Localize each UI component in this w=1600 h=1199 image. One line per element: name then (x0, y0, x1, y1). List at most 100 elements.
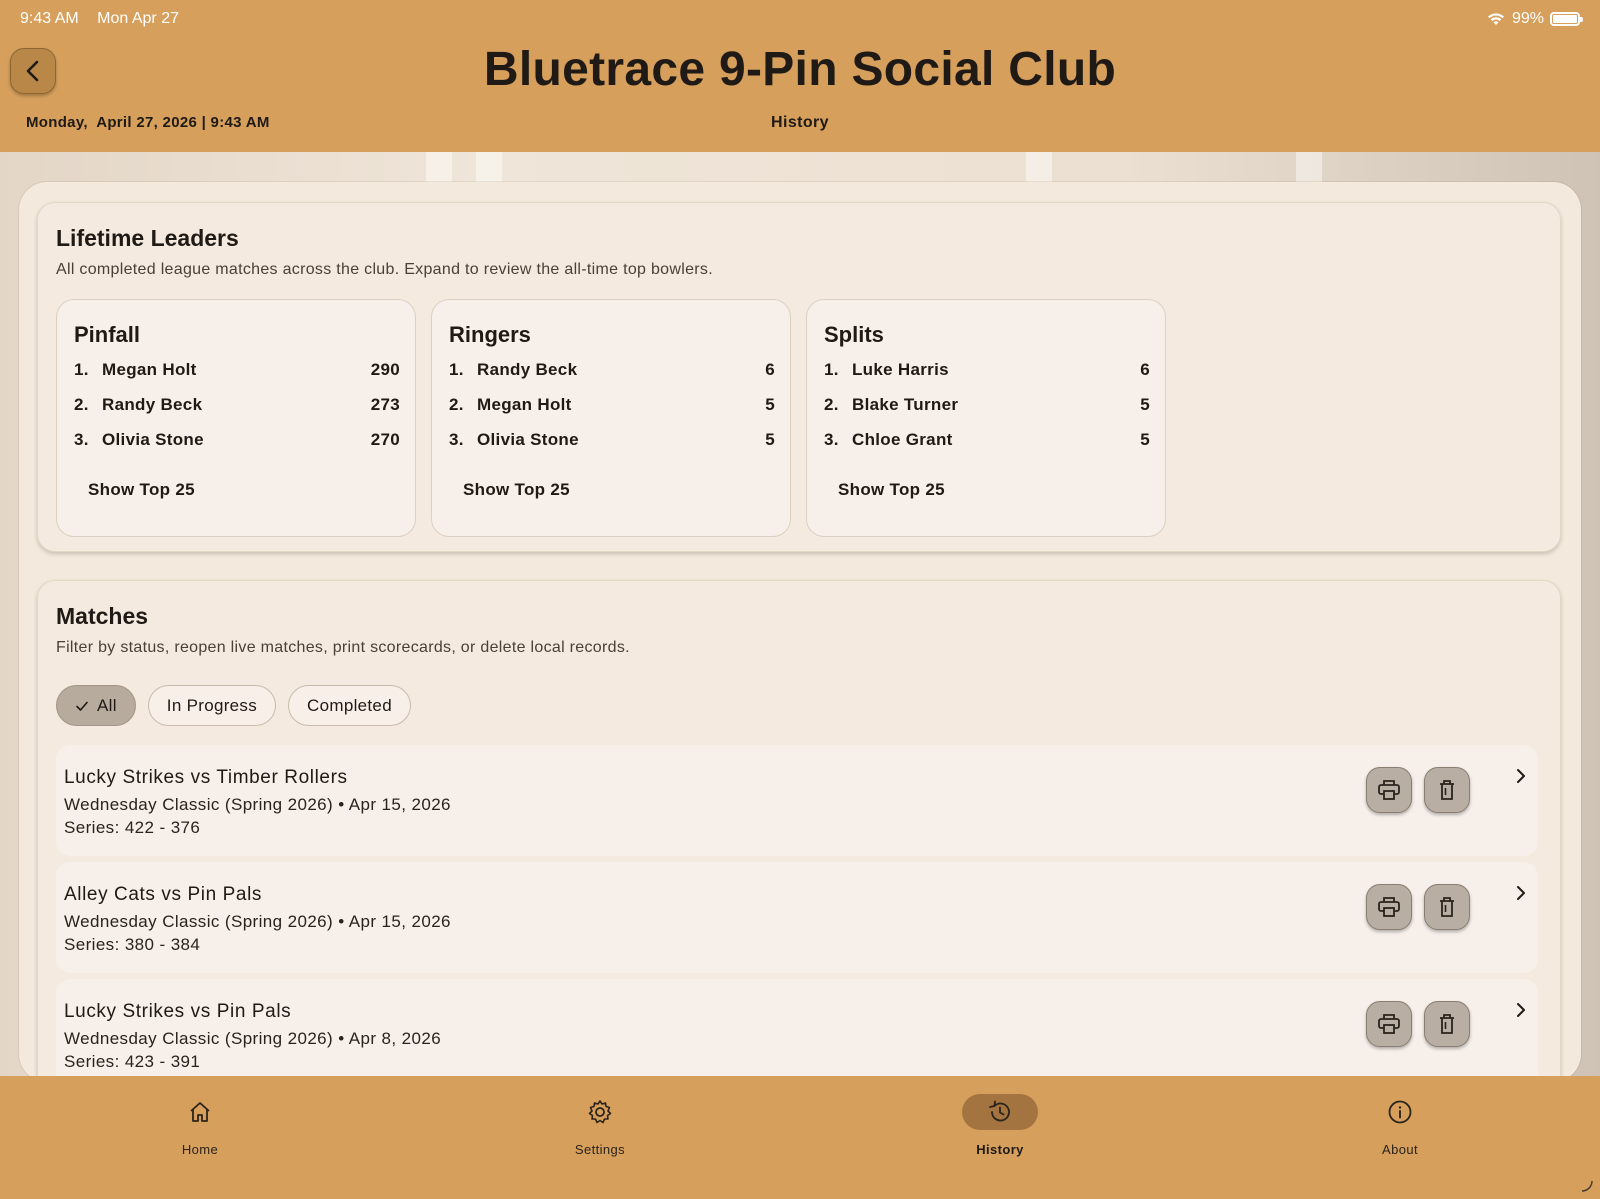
bottom-nav: Home Settings History About (0, 1076, 1600, 1199)
match-meta: Wednesday Classic (Spring 2026) • Apr 15… (64, 912, 451, 931)
show-top-25-button[interactable]: Show Top 25 (838, 480, 945, 500)
nav-item-home[interactable]: Home (140, 1094, 260, 1157)
filter-chip-label: In Progress (166, 695, 258, 715)
leaders-subtitle: All completed league matches across the … (56, 261, 713, 278)
match-meta: Wednesday Classic (Spring 2026) • Apr 8,… (64, 1029, 442, 1048)
match-title: Alley Cats vs Pin Pals (64, 884, 262, 905)
check-icon (76, 701, 88, 711)
filter-chip-in-progress[interactable]: In Progress (147, 685, 277, 726)
leader-name: Blake Turner (852, 395, 959, 414)
nav-item-history[interactable]: History (940, 1094, 1060, 1157)
nav-item-about[interactable]: About (1340, 1094, 1460, 1157)
leader-name: Olivia Stone (102, 430, 204, 449)
leader-value: 273 (370, 395, 400, 414)
nav-label: Settings (574, 1142, 626, 1157)
nav-icon-wrap (162, 1094, 238, 1130)
trash-icon (1440, 780, 1454, 800)
print-icon (1378, 897, 1400, 917)
filter-chip-all[interactable]: All (56, 685, 136, 726)
main-panel: Lifetime Leaders All completed league ma… (19, 182, 1581, 1082)
status-filter-chips: All In Progress Completed (56, 685, 411, 726)
filter-chip-label: All (97, 695, 117, 715)
app-header: Bluetrace 9-Pin Social Club Monday, Apri… (0, 38, 1600, 152)
leader-row: 3. Chloe Grant 5 (824, 430, 1150, 454)
leader-value: 5 (765, 395, 775, 414)
trash-icon (1440, 897, 1454, 917)
chevron-right-icon[interactable] (1514, 767, 1528, 785)
nav-label: Home (181, 1142, 219, 1157)
match-title: Lucky Strikes vs Pin Pals (64, 1001, 292, 1022)
leader-value: 270 (370, 430, 400, 449)
battery-fill (1553, 15, 1577, 23)
leader-row: 1. Megan Holt 290 (74, 360, 400, 384)
match-meta: Wednesday Classic (Spring 2026) • Apr 15… (64, 795, 451, 814)
leader-name: Megan Holt (477, 395, 572, 414)
info-icon (1388, 1100, 1412, 1124)
filter-chip-label: Completed (307, 695, 392, 715)
leader-row: 2. Megan Holt 5 (449, 395, 775, 419)
chevron-right-icon[interactable] (1514, 884, 1528, 902)
nav-item-settings[interactable]: Settings (540, 1094, 660, 1157)
delete-button[interactable] (1424, 884, 1470, 930)
nav-label: About (1382, 1142, 1418, 1157)
leader-box-title: Pinfall (74, 322, 141, 347)
matches-subtitle: Filter by status, reopen live matches, p… (56, 639, 630, 656)
battery-icon (1550, 12, 1583, 26)
leader-row: 3. Olivia Stone 5 (449, 430, 775, 454)
leader-rank: 2. (824, 395, 839, 414)
status-bar: 9:43 AM Mon Apr 27 99% (0, 0, 1600, 38)
leader-box-title: Splits (824, 322, 884, 347)
leader-rank: 2. (74, 395, 89, 414)
leader-value: 5 (765, 430, 775, 449)
leader-value: 6 (765, 360, 775, 379)
leader-rank: 1. (74, 360, 89, 379)
chevron-right-icon[interactable] (1514, 1001, 1528, 1019)
home-icon (190, 1102, 210, 1122)
match-series: Series: 422 - 376 (64, 818, 201, 837)
nav-label: History (976, 1142, 1024, 1157)
match-row[interactable]: Alley Cats vs Pin Pals Wednesday Classic… (56, 862, 1538, 973)
delete-button[interactable] (1424, 767, 1470, 813)
trash-icon (1440, 1014, 1454, 1034)
section-label: History (771, 114, 829, 131)
show-top-25-button[interactable]: Show Top 25 (88, 480, 195, 500)
print-button[interactable] (1366, 884, 1412, 930)
status-time: 9:43 AM (20, 10, 79, 27)
leader-box-title: Ringers (449, 322, 531, 347)
leader-row: 1. Randy Beck 6 (449, 360, 775, 384)
leader-name: Megan Holt (102, 360, 197, 379)
match-row[interactable]: Lucky Strikes vs Pin Pals Wednesday Clas… (56, 979, 1538, 1082)
leader-value: 5 (1140, 430, 1150, 449)
leader-row: 1. Luke Harris 6 (824, 360, 1150, 384)
leader-name: Randy Beck (477, 360, 578, 379)
leader-row: 3. Olivia Stone 270 (74, 430, 400, 454)
nav-icon-wrap (562, 1094, 638, 1130)
filter-chip-completed[interactable]: Completed (288, 685, 411, 726)
resize-handle-icon (1581, 1180, 1593, 1192)
leader-rank: 3. (74, 430, 89, 449)
leader-box-pinfall: Pinfall 1. Megan Holt 290 2. Randy Beck … (56, 299, 416, 537)
leader-rank: 1. (449, 360, 464, 379)
show-top-25-button[interactable]: Show Top 25 (463, 480, 570, 500)
print-icon (1378, 1014, 1400, 1034)
leader-value: 290 (370, 360, 400, 379)
match-title: Lucky Strikes vs Timber Rollers (64, 767, 348, 788)
print-button[interactable] (1366, 1001, 1412, 1047)
lifetime-leaders-card: Lifetime Leaders All completed league ma… (37, 202, 1561, 552)
nav-icon-wrap (1362, 1094, 1438, 1130)
matches-title: Matches (56, 603, 149, 629)
leader-box-ringers: Ringers 1. Randy Beck 6 2. Megan Holt 5 … (431, 299, 791, 537)
delete-button[interactable] (1424, 1001, 1470, 1047)
match-row[interactable]: Lucky Strikes vs Timber Rollers Wednesda… (56, 745, 1538, 856)
history-icon (989, 1100, 1010, 1122)
leader-name: Randy Beck (102, 395, 203, 414)
leader-row: 2. Randy Beck 273 (74, 395, 400, 419)
leader-rank: 1. (824, 360, 839, 379)
leader-rank: 2. (449, 395, 464, 414)
print-button[interactable] (1366, 767, 1412, 813)
matches-card: Matches Filter by status, reopen live ma… (37, 580, 1561, 1082)
leaders-title: Lifetime Leaders (56, 225, 239, 251)
leader-name: Chloe Grant (852, 430, 953, 449)
leader-row: 2. Blake Turner 5 (824, 395, 1150, 419)
leader-name: Luke Harris (852, 360, 949, 379)
